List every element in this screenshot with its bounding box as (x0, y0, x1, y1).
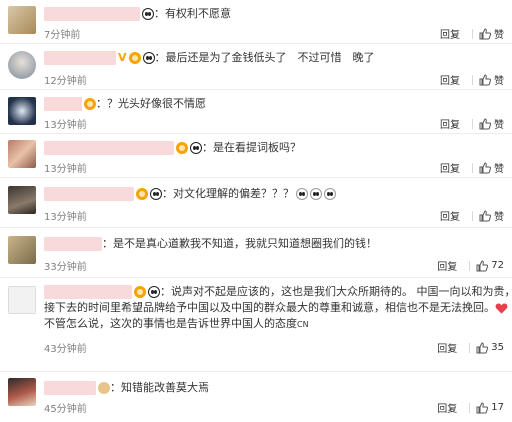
comment-time: 13分钟前 (44, 164, 87, 175)
gesture-emoji-icon (324, 188, 336, 200)
reply-button[interactable]: 回复 (440, 116, 460, 131)
like-count[interactable]: 17 (491, 402, 504, 413)
comment-time: 33分钟前 (44, 262, 87, 273)
panda-emoji-icon (142, 8, 154, 20)
comment-text: ：是在看提词板吗？ (202, 141, 301, 154)
comment-item: V ：最后还是为了金钱低头了 不过可惜 晚了 12分钟前 回复 赞 (0, 44, 512, 90)
comment-item: ：是在看提词板吗？ 13分钟前 回复 赞 (0, 134, 512, 178)
comment-item: ：知错能改善莫大焉 45分钟前 回复 17 (0, 372, 512, 422)
comment-time: 12分钟前 (44, 76, 87, 87)
comment-text: ：最后还是为了金钱低头了 不过可惜 晚了 (154, 51, 375, 64)
panda-emoji-icon (148, 286, 160, 298)
username-blurred[interactable] (44, 187, 134, 201)
like-thumb-icon[interactable] (479, 117, 491, 130)
gold-medal-icon (98, 382, 110, 394)
heart-icon (495, 302, 508, 315)
like-thumb-icon[interactable] (476, 401, 489, 414)
divider (472, 74, 473, 85)
reply-button[interactable]: 回复 (440, 72, 460, 87)
comment-text-line-3: 不管怎么说，这次的事情也是告诉世界中国人的态度 (44, 317, 297, 330)
vip-badge-icon (84, 98, 96, 110)
comment-actions: 回复 赞 (440, 208, 504, 223)
comment-actions: 回复 35 (437, 340, 504, 355)
username-blurred[interactable] (44, 381, 96, 395)
reply-button[interactable]: 回复 (440, 26, 460, 41)
username-blurred[interactable] (44, 237, 102, 251)
comment-time: 7分钟前 (44, 30, 81, 41)
avatar[interactable] (8, 378, 36, 406)
like-button[interactable]: 赞 (494, 116, 504, 131)
panda-emoji-icon (190, 142, 202, 154)
avatar[interactable] (8, 286, 36, 314)
username-blurred[interactable] (44, 7, 140, 21)
divider (469, 260, 471, 271)
cn-label: CN (297, 320, 309, 329)
username-blurred[interactable] (44, 51, 116, 65)
like-thumb-icon[interactable] (479, 209, 491, 222)
comment-text: ：知错能改善莫大焉 (110, 381, 209, 394)
verified-v-icon: V (118, 51, 127, 64)
vip-badge-icon (176, 142, 188, 154)
gesture-emoji-icon (296, 188, 308, 200)
comment-actions: 回复 72 (437, 258, 504, 273)
comment-item: ：是不是真心道歉我不知道，我就只知道想圈我们的钱！ 33分钟前 回复 72 (0, 228, 512, 278)
comment-time: 45分钟前 (44, 404, 87, 415)
like-thumb-icon[interactable] (479, 161, 491, 174)
comment-time: 43分钟前 (44, 344, 87, 355)
comment-text: ：？光头好像很不情愿 (96, 97, 206, 110)
like-count[interactable]: 72 (491, 260, 504, 271)
like-button[interactable]: 赞 (494, 160, 504, 175)
like-count[interactable]: 35 (491, 342, 504, 353)
comment-item: ：？光头好像很不情愿 13分钟前 回复 赞 (0, 90, 512, 134)
comment-text-line-1: ：说声对不起是应该的，这也是我们大众所期待的。 中国一向以和为贵， (160, 285, 512, 298)
vip-badge-icon (134, 286, 146, 298)
reply-button[interactable]: 回复 (437, 340, 457, 355)
avatar[interactable] (8, 6, 36, 34)
comment-text: ：是不是真心道歉我不知道，我就只知道想圈我们的钱！ (102, 237, 377, 250)
comment-text-line-2: 接下去的时间里希望品牌给予中国以及中国的群众最大的尊重和诚意，相信也不是无法挽回… (44, 301, 495, 314)
panda-emoji-icon (150, 188, 162, 200)
divider (472, 118, 473, 129)
like-button[interactable]: 赞 (494, 208, 504, 223)
reply-button[interactable]: 回复 (437, 258, 457, 273)
comment-item: ：对文化理解的偏差？？？ 13分钟前 回复 赞 (0, 178, 512, 228)
divider (469, 342, 471, 353)
comment-actions: 回复 赞 (440, 116, 504, 131)
comment-time: 13分钟前 (44, 212, 87, 223)
comment-actions: 回复 赞 (440, 160, 504, 175)
comment-item: ：有权利不愿意 7分钟前 回复 赞 (0, 0, 512, 44)
gesture-emoji-icon (310, 188, 322, 200)
like-thumb-icon[interactable] (479, 27, 491, 40)
avatar[interactable] (8, 186, 36, 214)
comment-text: ：有权利不愿意 (154, 7, 231, 20)
comment-actions: 回复 赞 (440, 26, 504, 41)
vip-badge-icon (128, 52, 141, 64)
divider (469, 402, 471, 413)
divider (472, 162, 473, 173)
username-blurred[interactable] (44, 285, 132, 299)
avatar[interactable] (8, 236, 36, 264)
like-button[interactable]: 赞 (494, 72, 504, 87)
avatar[interactable] (8, 140, 36, 168)
divider (472, 28, 473, 39)
panda-emoji-icon (142, 52, 155, 64)
like-thumb-icon[interactable] (479, 73, 491, 86)
avatar[interactable] (8, 51, 36, 79)
username-blurred[interactable] (44, 141, 174, 155)
like-button[interactable]: 赞 (494, 26, 504, 41)
comment-item: ：说声对不起是应该的，这也是我们大众所期待的。 中国一向以和为贵， 接下去的时间… (0, 278, 512, 372)
avatar[interactable] (8, 97, 36, 125)
reply-button[interactable]: 回复 (440, 208, 460, 223)
comment-time: 13分钟前 (44, 120, 87, 131)
comment-actions: 回复 17 (437, 400, 504, 415)
like-thumb-icon[interactable] (476, 259, 489, 272)
reply-button[interactable]: 回复 (437, 400, 457, 415)
vip-badge-icon (136, 188, 148, 200)
comment-actions: 回复 赞 (440, 72, 504, 87)
like-thumb-icon[interactable] (476, 341, 489, 354)
reply-button[interactable]: 回复 (440, 160, 460, 175)
username-blurred[interactable] (44, 97, 82, 111)
comment-text: ：对文化理解的偏差？？？ (162, 187, 294, 200)
divider (472, 210, 473, 221)
